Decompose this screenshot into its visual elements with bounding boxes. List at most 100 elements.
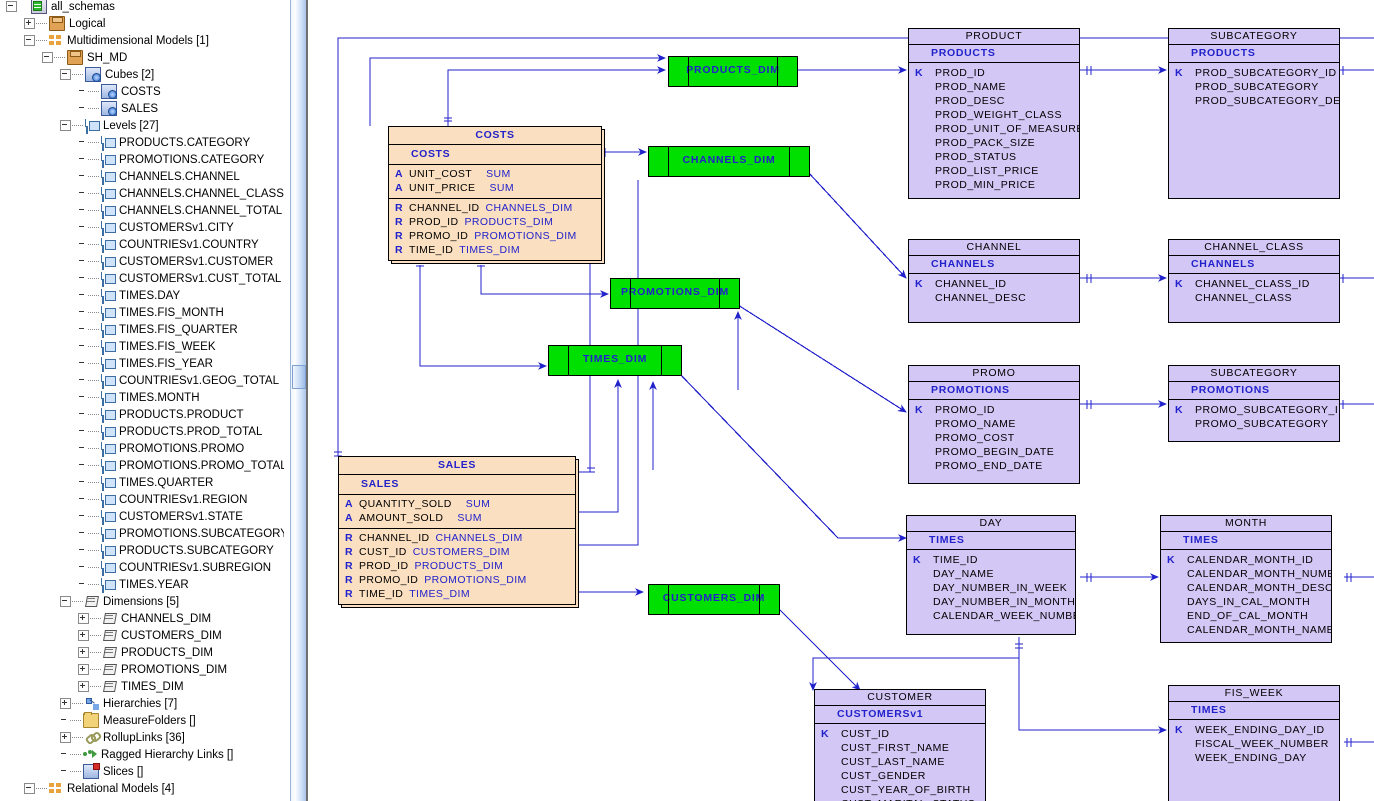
tree-item-times-dim[interactable]: TIMES_DIM [0, 680, 284, 697]
tree-expander-minus-icon[interactable] [60, 596, 71, 608]
cube-box-sales[interactable]: SALES SALES A QUANTITY_SOLD SUM A AMOUNT_SO… [338, 456, 576, 605]
tree-expander-minus-icon[interactable] [42, 52, 53, 64]
tree-item-customersv1-cust-total[interactable]: CUSTOMERSv1.CUST_TOTAL [0, 272, 284, 289]
tree-item-channels-dim[interactable]: CHANNELS_DIM [0, 612, 284, 629]
dim-box-products[interactable]: PRODUCTS_DIM [668, 56, 798, 87]
tree-item-products-product[interactable]: PRODUCTS.PRODUCT [0, 408, 284, 425]
table-column-name: PROD_ID [935, 67, 986, 79]
tree-item-slices[interactable]: Slices [] [0, 763, 284, 782]
tree-item-times-day[interactable]: TIMES.DAY [0, 289, 284, 306]
tree-item-measurefolders[interactable]: MeasureFolders [] [0, 712, 284, 731]
tree-item-customers-dim[interactable]: CUSTOMERS_DIM [0, 629, 284, 646]
tree-item-products-prod-total[interactable]: PRODUCTS.PROD_TOTAL [0, 425, 284, 442]
tree-item-channels-channel-total[interactable]: CHANNELS.CHANNEL_TOTAL [0, 204, 284, 221]
tree-expander-minus-icon[interactable] [24, 783, 35, 795]
tree-expander-plus-icon[interactable] [78, 630, 89, 642]
table-box-fis-week[interactable]: FIS_WEEKTIMESKWEEK_ENDING_DAY_IDKFISCAL_… [1168, 685, 1340, 801]
tree-item-products-dim[interactable]: PRODUCTS_DIM [0, 646, 284, 663]
tree-expander-minus-icon[interactable] [24, 35, 35, 47]
tree-item-countriesv1-subregion[interactable]: COUNTRIESv1.SUBREGION [0, 561, 284, 578]
tree-expander-plus-icon[interactable] [78, 681, 89, 693]
tree-item-promotions-promo-total[interactable]: PROMOTIONS.PROMO_TOTAL [0, 459, 284, 476]
tree-item-multidimensional-models-1[interactable]: Multidimensional Models [1] [0, 34, 284, 51]
tree-item-customersv1-customer[interactable]: CUSTOMERSv1.CUSTOMER [0, 255, 284, 272]
tree-item-customersv1-state[interactable]: CUSTOMERSv1.STATE [0, 510, 284, 527]
tree-item-costs[interactable]: COSTS [0, 84, 284, 102]
tree-leaf-spacer [78, 308, 87, 317]
tree-expander-minus-icon[interactable] [60, 69, 71, 81]
table-column-row: KPROMO_BEGIN_DATE [909, 445, 1079, 459]
model-tree-panel[interactable]: all_schemas Logical Multidimensional Model… [0, 0, 284, 801]
tree-vertical-scrollbar[interactable] [290, 0, 307, 801]
tree-item-times-fis-week[interactable]: TIMES.FIS_WEEK [0, 340, 284, 357]
tree-item-promotions-category[interactable]: PROMOTIONS.CATEGORY [0, 153, 284, 170]
tree-item-times-quarter[interactable]: TIMES.QUARTER [0, 476, 284, 493]
tree-item-relational-models-4[interactable]: Relational Models [4] [0, 782, 284, 799]
measure-kind: A [345, 512, 353, 524]
tree-connector-line [88, 430, 99, 433]
tree-item-times-year[interactable]: TIMES.YEAR [0, 578, 284, 595]
tree-item-dimensions-5[interactable]: Dimensions [5] [0, 595, 284, 612]
tree-expander-plus-icon[interactable] [60, 732, 71, 744]
table-box-subcategory-promotions[interactable]: SUBCATEGORY PROMOTIONS K PROMO_SUBCATEGORY_… [1168, 365, 1340, 442]
table-box-product[interactable]: PRODUCTPRODUCTSKPROD_IDKPROD_NAMEKPROD_D… [908, 28, 1080, 199]
tree-connector-line [88, 294, 99, 297]
tree-item-label: TIMES.YEAR [119, 579, 189, 591]
tree-item-cubes-2[interactable]: Cubes [2] [0, 67, 284, 85]
tree-item-countriesv1-geog-total[interactable]: COUNTRIESv1.GEOG_TOTAL [0, 374, 284, 391]
table-title: CUSTOMER [815, 690, 985, 706]
tree-item-sales[interactable]: SALES [0, 101, 284, 119]
level-icon [101, 289, 116, 302]
dim-label: CUSTOMERS_DIM [662, 592, 766, 604]
tree-expander-minus-icon[interactable] [6, 1, 17, 13]
table-box-promo[interactable]: PROMOPROMOTIONSKPROMO_IDKPROMO_NAMEKPROM… [908, 365, 1080, 484]
tree-expander-plus-icon[interactable] [78, 613, 89, 625]
tree-item-all-schemas[interactable]: all_schemas [0, 0, 284, 17]
tree-item-countriesv1-country[interactable]: COUNTRIESv1.COUNTRY [0, 238, 284, 255]
tree-item-rolluplinks-36[interactable]: RollupLinks [36] [0, 731, 284, 748]
tree-item-times-fis-year[interactable]: TIMES.FIS_YEAR [0, 357, 284, 374]
table-box-month[interactable]: MONTHTIMESKCALENDAR_MONTH_IDKCALENDAR_MO… [1160, 515, 1332, 643]
tree-item-promotions-dim[interactable]: PROMOTIONS_DIM [0, 663, 284, 680]
tree-item-products-subcategory[interactable]: PRODUCTS.SUBCATEGORY [0, 544, 284, 561]
table-box-subcategory-products[interactable]: SUBCATEGORYPRODUCTSKPROD_SUBCATEGORY_IDK… [1168, 28, 1340, 199]
tree-item-label: SH_MD [87, 52, 128, 64]
tree-item-sh-md[interactable]: SH_MD [0, 50, 284, 68]
tree-expander-plus-icon[interactable] [78, 647, 89, 659]
tree-item-times-fis-month[interactable]: TIMES.FIS_MONTH [0, 306, 284, 323]
tree-item-countriesv1-region[interactable]: COUNTRIESv1.REGION [0, 493, 284, 510]
tree-leaf-spacer [78, 342, 87, 351]
tree-item-channels-channel[interactable]: CHANNELS.CHANNEL [0, 170, 284, 187]
table-box-day[interactable]: DAYTIMESKTIME_IDKDAY_NAMEKDAY_NUMBER_IN_… [906, 515, 1076, 635]
tree-connector-line [88, 583, 99, 586]
tree-item-customersv1-city[interactable]: CUSTOMERSv1.CITY [0, 221, 284, 238]
table-column-row: KFISCAL_WEEK_NUMBER [1169, 737, 1339, 751]
table-box-customer[interactable]: CUSTOMERCUSTOMERSv1KCUST_IDKCUST_FIRST_N… [814, 689, 986, 801]
tree-item-logical[interactable]: Logical [0, 16, 284, 34]
diagram-canvas[interactable]: COSTS COSTS A UNIT_COST SUM A UNIT_PRICE SUM… [308, 0, 1374, 801]
tree-expander-plus-icon[interactable] [60, 698, 71, 710]
dim-box-customers[interactable]: CUSTOMERS_DIM [648, 584, 780, 615]
tree-expander-plus-icon[interactable] [24, 18, 35, 30]
table-column-key-flag: K [915, 136, 935, 150]
dim-box-times[interactable]: TIMES_DIM [548, 345, 682, 376]
cube-box-costs[interactable]: COSTS COSTS A UNIT_COST SUM A UNIT_PRICE SUM… [388, 126, 602, 261]
tree-item-channels-channel-class[interactable]: CHANNELS.CHANNEL_CLASS [0, 187, 284, 204]
tree-item-ragged-hierarchy-links[interactable]: Ragged Hierarchy Links [] [0, 748, 284, 765]
tree-item-times-month[interactable]: TIMES.MONTH [0, 391, 284, 408]
table-box-channel[interactable]: CHANNELCHANNELSKCHANNEL_IDKCHANNEL_DESC [908, 239, 1080, 323]
tree-item-products-category[interactable]: PRODUCTS.CATEGORY [0, 136, 284, 153]
tree-item-times-fis-quarter[interactable]: TIMES.FIS_QUARTER [0, 323, 284, 340]
tree-expander-plus-icon[interactable] [78, 664, 89, 676]
table-box-channel-class[interactable]: CHANNEL_CLASSCHANNELSKCHANNEL_CLASS_IDKC… [1168, 239, 1340, 323]
tree-item-levels-27[interactable]: Levels [27] [0, 119, 284, 136]
tree-item-promotions-promo[interactable]: PROMOTIONS.PROMO [0, 442, 284, 459]
dim-box-promotions[interactable]: PROMOTIONS_DIM [610, 278, 740, 309]
table-column-row: K CHANNEL_ID [909, 277, 1079, 291]
table-column-name: PROMO_END_DATE [935, 460, 1043, 472]
tree-item-hierarchies-7[interactable]: Hierarchies [7] [0, 697, 284, 714]
scrollbar-thumb[interactable] [292, 365, 306, 389]
tree-item-promotions-subcategory[interactable]: PROMOTIONS.SUBCATEGORY [0, 527, 284, 544]
tree-expander-minus-icon[interactable] [60, 120, 71, 132]
dim-box-channels[interactable]: CHANNELS_DIM [648, 146, 810, 177]
